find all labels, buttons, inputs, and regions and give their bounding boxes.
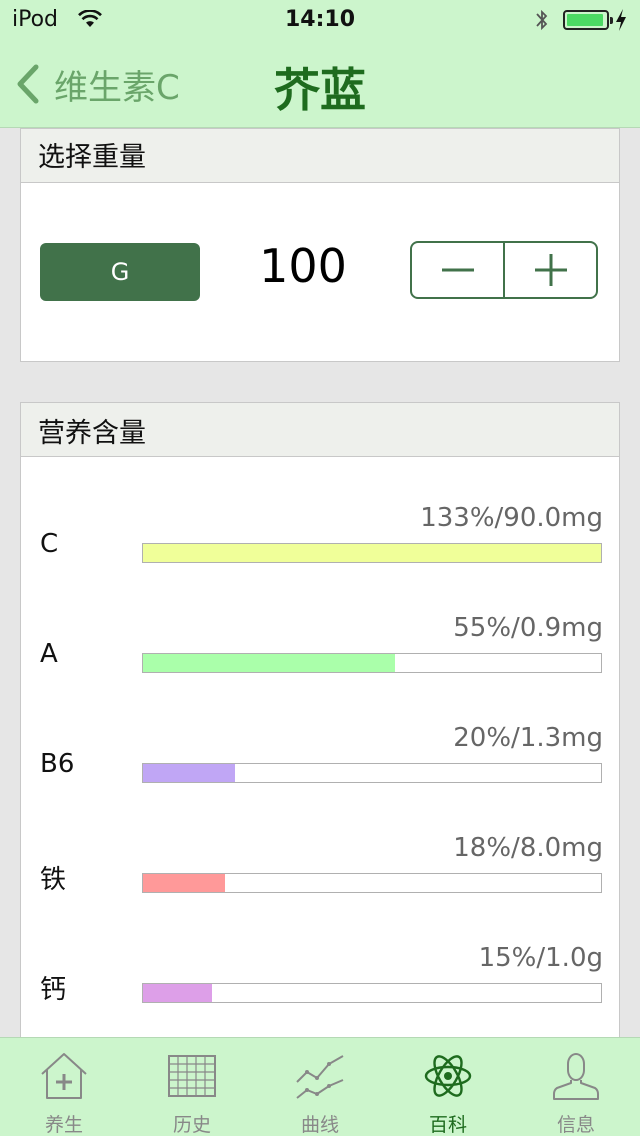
nutrient-bar-track: [142, 873, 602, 893]
nutrient-row: A 55%/0.9mg: [21, 591, 621, 681]
page-title: 芥蓝: [274, 63, 366, 117]
battery-icon: [563, 10, 613, 30]
tab-label: 百科: [428, 1114, 467, 1136]
nutrient-bar-track: [142, 763, 602, 783]
nutrition-section-header: 营养含量: [21, 403, 619, 457]
unit-button[interactable]: G: [40, 243, 200, 301]
nutrient-bar-fill: [143, 874, 226, 892]
nutrient-bar-track: [142, 983, 602, 1003]
weight-value: 100: [259, 239, 347, 293]
grid-calendar-icon: [168, 1055, 216, 1097]
tab-label: 历史: [172, 1114, 211, 1136]
charging-icon: [616, 9, 626, 31]
increment-button[interactable]: [503, 243, 596, 297]
tab-curve[interactable]: 曲线: [256, 1038, 384, 1136]
minus-icon: [441, 268, 474, 272]
nutrient-name: 铁: [40, 865, 67, 895]
weight-section-header: 选择重量: [21, 129, 619, 183]
tab-history[interactable]: 历史: [128, 1038, 256, 1136]
nav-bar: 维生素C 芥蓝: [0, 40, 640, 128]
tab-label: 曲线: [300, 1114, 339, 1136]
nutrient-name: B6: [40, 749, 75, 779]
tab-encyclopedia[interactable]: 百科: [384, 1038, 512, 1136]
nutrient-value: 55%/0.9mg: [453, 613, 603, 643]
nutrient-bar-fill: [143, 984, 212, 1002]
bluetooth-icon: [536, 9, 548, 31]
nutrient-bar-fill: [143, 654, 395, 672]
decrement-button[interactable]: [412, 243, 503, 297]
tab-info[interactable]: 信息: [512, 1038, 640, 1136]
nutrient-value: 20%/1.3mg: [453, 723, 603, 753]
tab-label: 信息: [556, 1114, 595, 1136]
nutrient-name: C: [40, 529, 59, 559]
line-chart-icon: [296, 1055, 344, 1099]
tab-health[interactable]: 养生: [0, 1038, 128, 1136]
nutrient-row: C 133%/90.0mg: [21, 481, 621, 571]
tab-label: 养生: [44, 1114, 83, 1136]
weight-card: 选择重量 G 100: [20, 128, 620, 362]
nutrient-value: 18%/8.0mg: [453, 833, 603, 863]
nutrient-value: 15%/1.0g: [478, 943, 603, 973]
user-icon: [553, 1053, 599, 1100]
nutrient-bar-fill: [143, 544, 601, 562]
status-bar: iPod 14:10: [0, 0, 640, 40]
tab-bar: 养生 历史 曲线 百科 信息: [0, 1037, 640, 1136]
atom-icon: [424, 1055, 472, 1097]
nutrient-bar-track: [142, 653, 602, 673]
nutrient-bar-fill: [143, 764, 235, 782]
weight-stepper: [410, 241, 598, 299]
nutrient-row: 钙 15%/1.0g: [21, 921, 621, 1011]
nutrient-value: 133%/90.0mg: [420, 503, 603, 533]
nutrient-row: B6 20%/1.3mg: [21, 701, 621, 791]
nutrient-row: 铁 18%/8.0mg: [21, 811, 621, 901]
top-bar: iPod 14:10 维生素C 芥蓝: [0, 0, 640, 128]
house-plus-icon: [41, 1053, 87, 1099]
nutrient-name: A: [40, 639, 58, 669]
nutrient-name: 钙: [40, 975, 67, 1005]
nutrient-bar-track: [142, 543, 602, 563]
plus-icon: [534, 254, 567, 286]
nutrition-card: 营养含量 C 133%/90.0mg A 55%/0.9mg B6 20%/1.…: [20, 402, 620, 1042]
